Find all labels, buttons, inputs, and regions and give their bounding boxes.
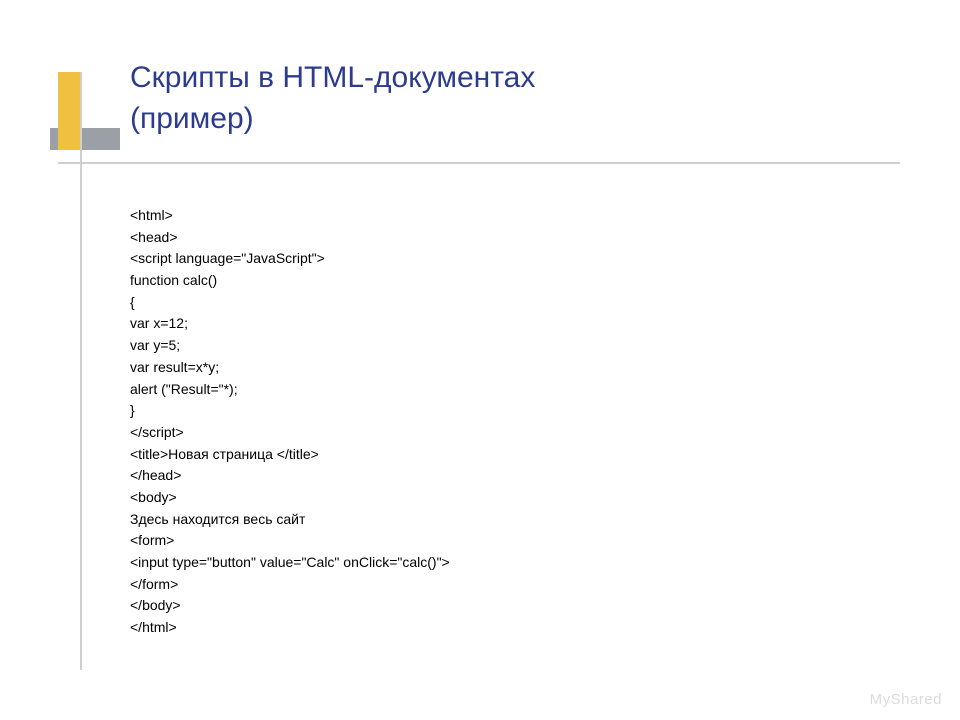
slide-container: Скрипты в HTML-документах(пример) <html>…	[0, 0, 960, 720]
corner-decoration	[50, 72, 120, 162]
slide-title: Скрипты в HTML-документах(пример)	[130, 58, 535, 139]
code-example: <html> <head> <script language="JavaScri…	[130, 205, 450, 639]
horizontal-divider	[58, 162, 900, 164]
vertical-divider	[80, 72, 82, 670]
watermark: MyShared	[870, 691, 942, 708]
yellow-rect	[58, 72, 80, 150]
